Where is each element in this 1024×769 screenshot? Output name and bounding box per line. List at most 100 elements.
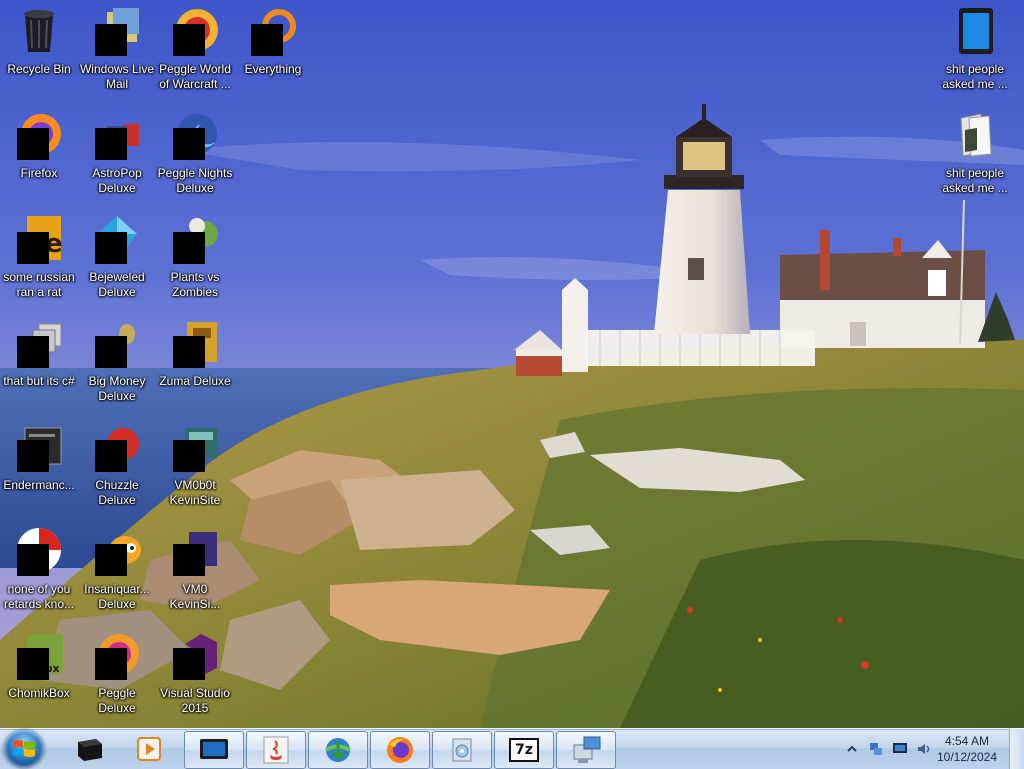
clock-time: 4:54 AM: [944, 734, 990, 748]
game-icon: [171, 6, 219, 56]
icon-label: Peggle World of Warcraft ...: [159, 62, 231, 91]
tablet-icon: [951, 6, 999, 54]
icon-label: VM0b0t KevinSite: [169, 478, 221, 507]
icon-plants-vs-zombies[interactable]: Plants vs Zombies: [156, 210, 234, 306]
taskbar-firefox[interactable]: [370, 731, 430, 769]
volume-icon[interactable]: [916, 741, 932, 757]
monitor-icon: [200, 739, 228, 759]
java-icon: [263, 736, 289, 764]
icon-recycle-bin[interactable]: Recycle Bin: [0, 2, 78, 98]
icon-label: Plants vs Zombies: [170, 270, 220, 299]
icon-label: AstroPop Deluxe: [92, 166, 142, 195]
icon-label: VM0 KevinSi...: [169, 582, 221, 611]
game-icon: [93, 110, 141, 160]
icon-label: ChomikBox: [8, 686, 70, 700]
icon-zuma-deluxe[interactable]: Zuma Deluxe: [156, 314, 234, 410]
icon-chuzzle-deluxe[interactable]: Chuzzle Deluxe: [78, 418, 156, 514]
black-box-icon: [78, 739, 102, 761]
taskbar: 7z 4:54 AM 10/12/2024: [0, 728, 1024, 769]
icon-big-money-deluxe[interactable]: Big Money Deluxe: [78, 314, 156, 410]
show-hidden-icons-chevron[interactable]: [844, 741, 860, 757]
game-icon: [93, 526, 141, 576]
system-tray: 4:54 AM 10/12/2024: [824, 729, 1024, 769]
game-icon: [171, 110, 219, 160]
visual-studio-icon: [171, 630, 219, 680]
icon-label: Firefox: [20, 166, 58, 180]
icon-label: Windows Live Mail: [79, 62, 155, 91]
icon-insaniquarium-deluxe[interactable]: Insaniquar... Deluxe: [78, 522, 156, 618]
app-icon: ox: [15, 630, 63, 680]
show-desktop-button[interactable]: [1009, 729, 1024, 769]
media-player-icon: [137, 737, 161, 761]
taskbar-installer[interactable]: [432, 731, 492, 769]
icon-peggle-nights-deluxe[interactable]: Peggle Nights Deluxe: [156, 106, 234, 202]
installer-icon: [452, 738, 472, 762]
icon-label: Big Money Deluxe: [88, 374, 146, 403]
icon-label: Endermanc...: [3, 478, 75, 492]
icon-none-of-you[interactable]: none of you retards kno...: [0, 522, 78, 618]
icon-label: Peggle Deluxe: [98, 686, 136, 715]
icon-bejeweled-deluxe[interactable]: Bejeweled Deluxe: [78, 210, 156, 306]
recycle-bin-icon: [15, 6, 63, 54]
game-icon: [93, 630, 141, 680]
app-icon: [171, 422, 219, 472]
firefox-icon: [15, 110, 63, 160]
icon-everything[interactable]: Everything: [234, 2, 312, 98]
icon-visual-studio-2015[interactable]: Visual Studio 2015: [156, 626, 234, 722]
icon-label: shit people asked me ...: [942, 166, 1008, 195]
icon-label: that but its c#: [3, 374, 75, 388]
icon-label: Recycle Bin: [7, 62, 71, 76]
app-icon: e: [15, 214, 63, 264]
icon-chomikbox[interactable]: ox ChomikBox: [0, 626, 78, 722]
taskbar-download-manager[interactable]: [308, 731, 368, 769]
icon-that-but-its-csharp[interactable]: that but its c#: [0, 314, 78, 410]
icon-label: Zuma Deluxe: [159, 374, 231, 388]
windows-logo-icon: [13, 740, 35, 757]
icon-label: Bejeweled Deluxe: [89, 270, 145, 299]
icon-astropop-deluxe[interactable]: AstroPop Deluxe: [78, 106, 156, 202]
game-icon: [93, 318, 141, 368]
firefox-icon: [387, 737, 413, 763]
icon-shit-people-asked-1[interactable]: shit people asked me ...: [936, 2, 1014, 98]
folder-icon: [951, 110, 999, 158]
taskbar-network-setup[interactable]: [556, 731, 616, 769]
icon-peggle-deluxe[interactable]: Peggle Deluxe: [78, 626, 156, 722]
icon-some-russian-ran-a-rat[interactable]: e some russian ran a rat: [0, 210, 78, 306]
icon-label: Peggle Nights Deluxe: [157, 166, 233, 195]
icon-label: Visual Studio 2015: [160, 686, 230, 715]
start-button[interactable]: [4, 730, 44, 768]
taskbar-monitor[interactable]: [184, 731, 244, 769]
icon-label: shit people asked me ...: [942, 62, 1008, 91]
icon-endermanc[interactable]: Endermanc...: [0, 418, 78, 514]
search-app-icon: [249, 6, 297, 56]
icon-shit-people-asked-2[interactable]: shit people asked me ...: [936, 106, 1014, 202]
icon-vm0b0t-kevinsite[interactable]: VM0b0t KevinSite: [156, 418, 234, 514]
clock[interactable]: 4:54 AM 10/12/2024: [934, 733, 1000, 765]
network-icon[interactable]: [868, 741, 884, 757]
icon-peggle-wow[interactable]: Peggle World of Warcraft ...: [156, 2, 234, 98]
icon-label: some russian ran a rat: [3, 270, 75, 299]
taskbar-pinned-media[interactable]: [126, 731, 172, 767]
terminal-icon: [15, 422, 63, 472]
download-manager-icon: [324, 738, 352, 762]
desktop-icon-grid: Recycle Bin Firefox e some russian ran a…: [0, 0, 1024, 728]
game-icon: [93, 422, 141, 472]
taskbar-java[interactable]: [246, 731, 306, 769]
taskbar-pinned-1[interactable]: [66, 731, 112, 767]
game-icon: [171, 214, 219, 264]
mail-app-icon: [93, 6, 141, 56]
icon-label: Everything: [244, 62, 302, 76]
app-icon: [15, 526, 63, 576]
icon-vm0-kevinsite[interactable]: VM0 KevinSi...: [156, 522, 234, 618]
display-icon[interactable]: [892, 741, 908, 757]
taskbar-7zip[interactable]: 7z: [494, 731, 554, 769]
clock-date: 10/12/2024: [936, 750, 998, 764]
app-icon: [171, 526, 219, 576]
app-icon: [15, 318, 63, 368]
game-icon: [93, 214, 141, 264]
network-setup-icon: [573, 736, 601, 763]
7zip-icon: 7z: [509, 738, 539, 762]
icon-label: none of you retards kno...: [3, 582, 75, 611]
icon-firefox[interactable]: Firefox: [0, 106, 78, 202]
icon-windows-live-mail[interactable]: Windows Live Mail: [78, 2, 156, 98]
